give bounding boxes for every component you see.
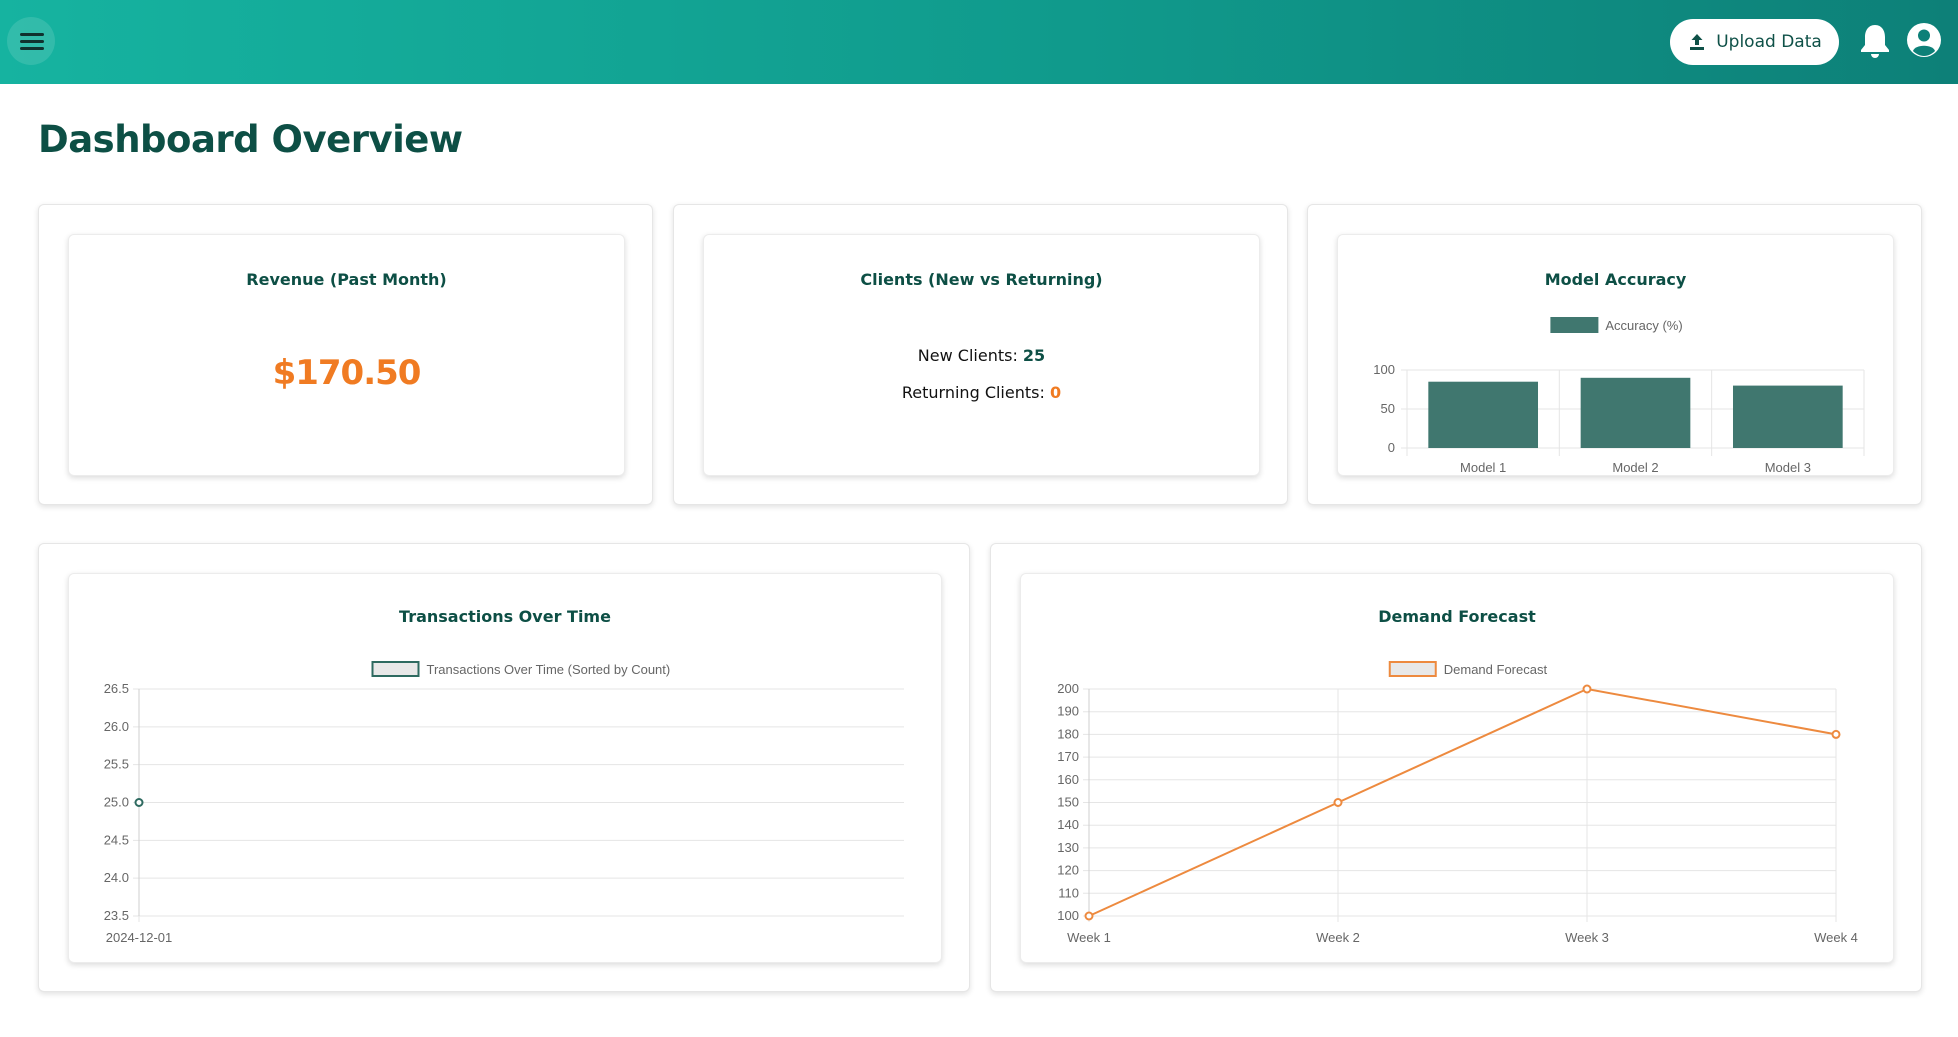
x-tick-label: Model 1 (1460, 460, 1506, 475)
y-tick-label: 150 (1057, 795, 1079, 810)
revenue-card: Revenue (Past Month) $170.50 (68, 234, 625, 476)
upload-data-label: Upload Data (1716, 32, 1822, 52)
data-point (1333, 798, 1343, 807)
y-tick-label: 140 (1057, 817, 1079, 832)
revenue-value: $170.50 (272, 353, 422, 393)
demand-card-title: Demand Forecast (1378, 607, 1536, 626)
legend-label: Accuracy (%) (1605, 318, 1682, 333)
y-tick-label: 200 (1057, 681, 1079, 696)
legend-label: Transactions Over Time (Sorted by Count) (427, 662, 671, 677)
demand-forecast-chart: Demand Forecast 100 110 120 130 140 150 160 170 1… (1057, 661, 1858, 945)
clients-card-title: Clients (New vs Returning) (860, 270, 1103, 289)
bar (1732, 385, 1843, 448)
x-tick-label: Week 3 (1565, 930, 1609, 945)
y-tick-label: 25.0 (104, 795, 129, 810)
transactions-card: Transactions Over Time Transactions Over… (68, 573, 942, 963)
data-point (1582, 684, 1592, 694)
data-point (1084, 911, 1094, 921)
legend-swatch (1388, 661, 1437, 677)
returning-clients-value: 0 (1049, 383, 1062, 402)
y-tick-label: 50 (1381, 401, 1395, 416)
y-tick-label: 26.0 (104, 719, 129, 734)
transactions-card-container: Transactions Over Time Transactions Over… (38, 543, 970, 992)
bar (1580, 377, 1691, 448)
new-clients-line: New Clients: 25 (704, 346, 1259, 365)
demand-card-container: Demand Forecast Demand Forecast 100 110 120… (990, 543, 1922, 992)
y-tick-label: 110 (1058, 885, 1079, 900)
model-accuracy-card-title: Model Accuracy (1544, 270, 1687, 289)
y-tick-label: 130 (1057, 840, 1079, 855)
model-accuracy-card: Model Accuracy Accuracy (%) 0 50 100 Model 1… (1337, 234, 1894, 476)
new-clients-label: New Clients: (917, 346, 1018, 365)
y-tick-label: 26.5 (104, 681, 129, 696)
upload-data-button[interactable]: Upload Data (1670, 19, 1839, 65)
x-tick-label: Week 4 (1814, 930, 1858, 945)
x-tick-label: Model 2 (1612, 460, 1658, 475)
data-point (1831, 729, 1841, 739)
revenue-card-container: Revenue (Past Month) $170.50 (38, 204, 653, 505)
y-tick-label: 160 (1057, 772, 1079, 787)
demand-card: Demand Forecast Demand Forecast 100 110 120… (1020, 573, 1894, 963)
bell-icon[interactable] (1858, 22, 1892, 60)
page-title: Dashboard Overview (38, 118, 463, 161)
x-tick-label: Week 1 (1067, 930, 1111, 945)
upload-icon (1690, 34, 1705, 50)
new-clients-value: 25 (1022, 346, 1046, 365)
y-tick-label: 100 (1373, 362, 1395, 377)
y-tick-label: 100 (1057, 908, 1079, 923)
model-accuracy-chart: Accuracy (%) 0 50 100 Model 1 Model 2 Model 3 (1373, 317, 1865, 475)
y-tick-label: 24.0 (104, 870, 129, 885)
revenue-card-title: Revenue (Past Month) (246, 270, 447, 289)
transactions-chart: Transactions Over Time (Sorted by Count)… (104, 661, 904, 945)
x-tick-label: Model 3 (1765, 460, 1811, 475)
y-tick-label: 24.5 (104, 832, 129, 847)
returning-clients-label: Returning Clients: (901, 383, 1045, 402)
user-account-icon[interactable] (1906, 22, 1942, 58)
transactions-card-title: Transactions Over Time (399, 607, 611, 626)
y-tick-label: 25.5 (104, 757, 129, 772)
y-tick-label: 190 (1057, 704, 1079, 719)
clients-card-container: Clients (New vs Returning) New Clients: … (673, 204, 1288, 505)
legend-swatch (1550, 317, 1599, 333)
x-tick-label: Week 2 (1316, 930, 1360, 945)
x-tick-label: 2024-12-01 (106, 930, 173, 945)
legend-swatch (371, 661, 420, 677)
model-accuracy-card-container: Model Accuracy Accuracy (%) 0 50 100 Model 1… (1307, 204, 1922, 505)
legend-label: Demand Forecast (1444, 662, 1548, 677)
bar (1428, 381, 1539, 448)
data-point (134, 798, 144, 807)
y-tick-label: 120 (1057, 863, 1079, 878)
y-tick-label: 180 (1057, 726, 1079, 741)
y-tick-label: 23.5 (104, 908, 129, 923)
clients-card: Clients (New vs Returning) New Clients: … (703, 234, 1260, 476)
y-tick-label: 0 (1388, 440, 1395, 455)
y-tick-label: 170 (1057, 749, 1079, 764)
top-app-bar: Upload Data (0, 0, 1958, 84)
hamburger-menu-icon[interactable] (7, 17, 55, 65)
returning-clients-line: Returning Clients: 0 (704, 383, 1259, 402)
